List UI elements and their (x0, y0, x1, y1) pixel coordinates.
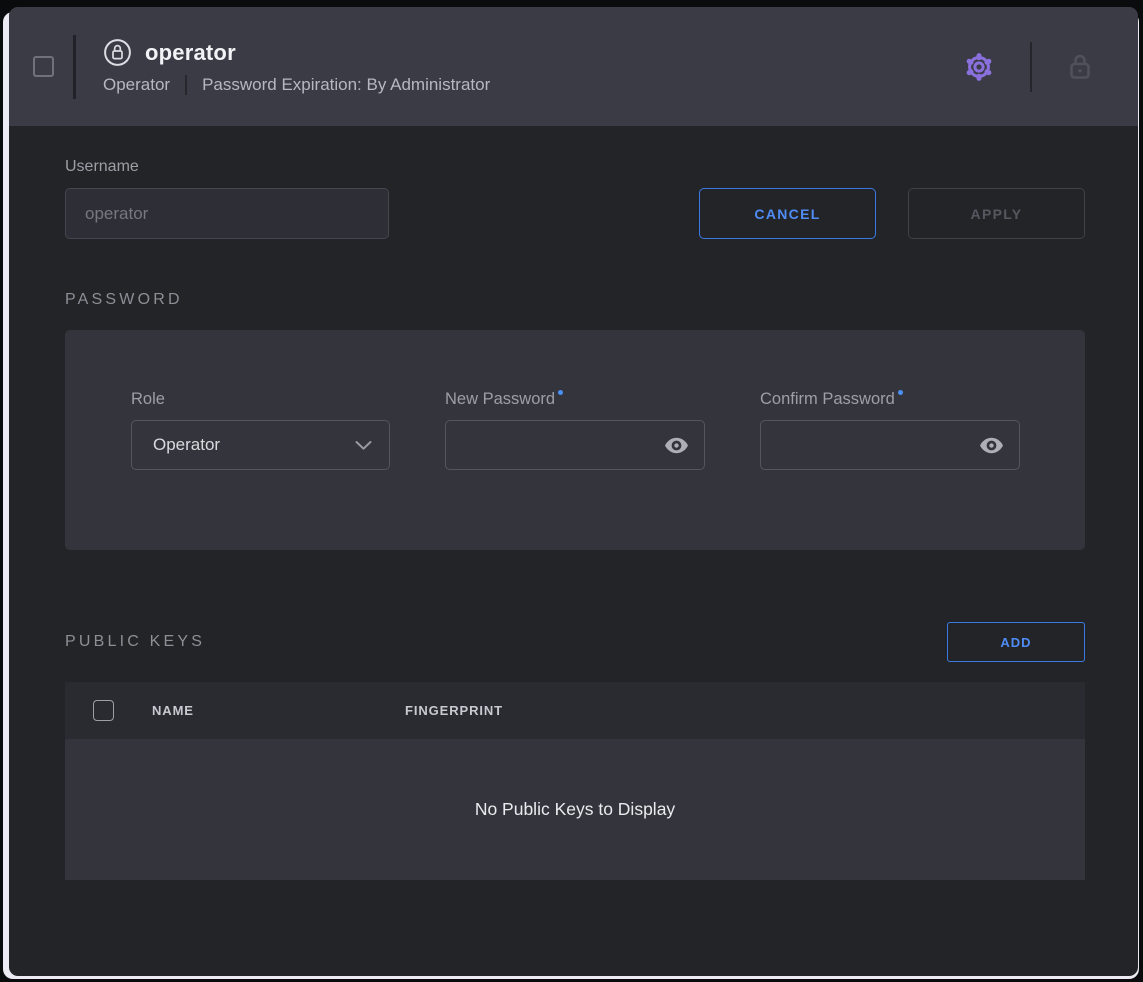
settings-button[interactable] (959, 47, 999, 87)
table-header-row: NAME FINGERPRINT (65, 682, 1085, 739)
user-subtitle: Operator Password Expiration: By Adminis… (103, 75, 490, 95)
eye-icon (979, 436, 1004, 455)
subtitle-separator (185, 75, 187, 95)
select-user-checkbox[interactable] (33, 56, 54, 77)
public-keys-table: NAME FINGERPRINT No Public Keys to Displ… (65, 682, 1085, 880)
gear-icon (959, 47, 999, 87)
password-expiration-text: Password Expiration: By Administrator (202, 75, 490, 95)
eye-icon (664, 436, 689, 455)
new-password-label: New Password (445, 390, 705, 409)
username-label: Username (65, 158, 1085, 176)
required-indicator (898, 390, 903, 395)
role-select[interactable]: Operator (131, 420, 390, 470)
toggle-new-password-visibility[interactable] (662, 436, 691, 455)
username-input[interactable] (65, 188, 389, 239)
password-card: Role Operator New Password (65, 330, 1085, 550)
column-header-fingerprint: FINGERPRINT (405, 703, 503, 718)
lock-in-circle-icon (103, 38, 132, 67)
confirm-password-label: Confirm Password (760, 390, 1020, 409)
confirm-password-field: Confirm Password (760, 390, 1020, 550)
role-select-value: Operator (153, 435, 220, 455)
select-all-keys-checkbox[interactable] (93, 700, 114, 721)
user-detail-panel: operator Operator Password Expiration: B… (9, 7, 1138, 976)
role-label: Role (131, 390, 390, 409)
lock-icon (1063, 50, 1097, 84)
user-title-block: operator Operator Password Expiration: B… (103, 38, 490, 95)
header-actions (959, 42, 1138, 92)
empty-state-message: No Public Keys to Display (475, 799, 675, 820)
page-title: operator (145, 40, 236, 66)
new-password-field: New Password (445, 390, 705, 550)
cancel-button[interactable]: CANCEL (699, 188, 876, 239)
toggle-confirm-password-visibility[interactable] (977, 436, 1006, 455)
column-header-name: NAME (152, 703, 405, 718)
new-password-input[interactable] (460, 421, 662, 469)
header-divider (73, 35, 76, 99)
chevron-down-icon (355, 440, 372, 451)
apply-button[interactable]: APPLY (908, 188, 1085, 239)
required-indicator (558, 390, 563, 395)
role-field: Role Operator (131, 390, 390, 550)
lock-user-button[interactable] (1063, 50, 1097, 84)
table-empty-state: No Public Keys to Display (65, 739, 1085, 880)
user-role-text: Operator (103, 75, 170, 95)
panel-body: Username CANCEL APPLY PASSWORD Role Oper… (9, 158, 1138, 880)
actions-divider (1030, 42, 1032, 92)
add-public-key-button[interactable]: ADD (947, 622, 1085, 662)
panel-header: operator Operator Password Expiration: B… (9, 7, 1138, 126)
confirm-password-input[interactable] (775, 421, 977, 469)
password-section-title: PASSWORD (65, 291, 1085, 309)
public-keys-section-title: PUBLIC KEYS (65, 633, 205, 651)
